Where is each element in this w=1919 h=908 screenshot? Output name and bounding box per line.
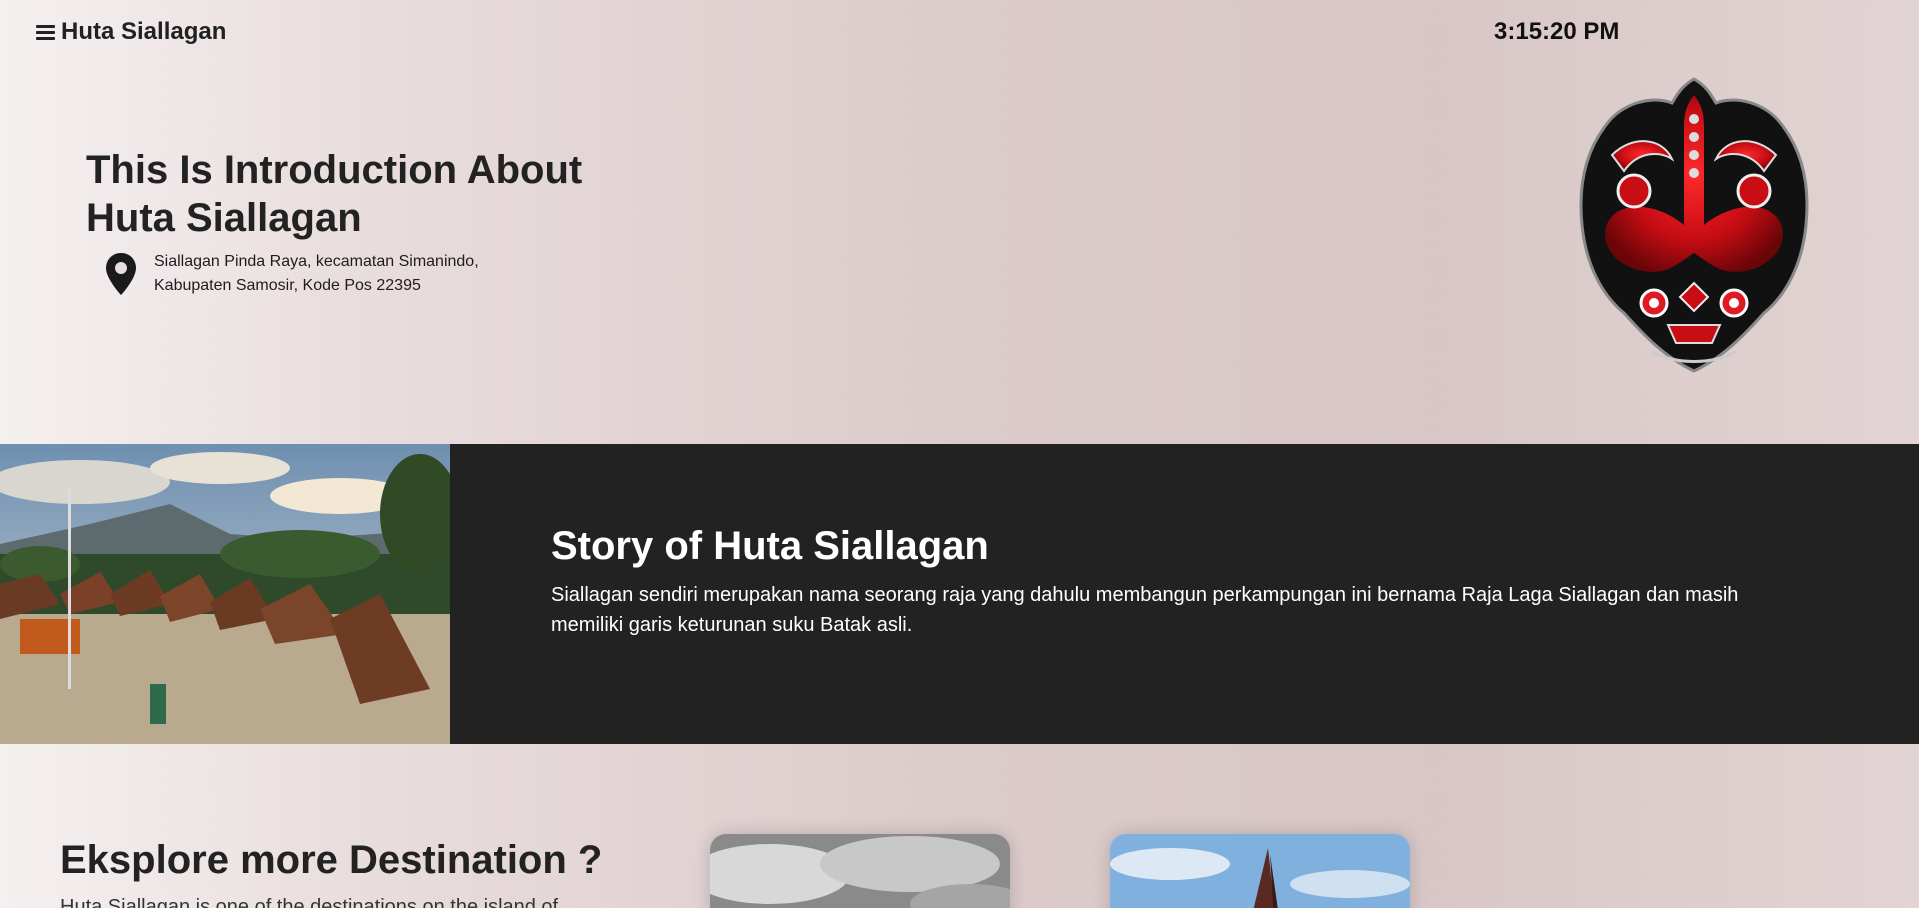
destination-card-2-image	[1110, 834, 1410, 908]
destination-card-2[interactable]	[1110, 834, 1410, 908]
hero-title: This Is Introduction About Huta Siallaga…	[86, 148, 583, 240]
village-photo	[0, 444, 450, 744]
story-section: Story of Huta Siallagan Siallagan sendir…	[0, 444, 1919, 744]
explore-title: Eksplore more Destination ?	[60, 838, 603, 882]
address-line-2: Kabupaten Samosir, Kode Pos 22395	[154, 277, 421, 294]
map-pin-icon	[106, 253, 136, 295]
address-line-1: Siallagan Pinda Raya, kecamatan Simanind…	[154, 253, 479, 270]
address-block: Siallagan Pinda Raya, kecamatan Simanind…	[104, 250, 479, 298]
destination-card-1-image	[710, 834, 1010, 908]
explore-text: Huta Siallagan is one of the destination…	[60, 896, 559, 908]
brand-title: Huta Siallagan	[61, 18, 227, 45]
story-title: Story of Huta Siallagan	[551, 524, 989, 568]
address-text: Siallagan Pinda Raya, kecamatan Simanind…	[154, 250, 479, 298]
hamburger-menu-icon[interactable]	[36, 24, 55, 40]
brand-link[interactable]: Huta Siallagan	[36, 18, 226, 46]
destination-card-1[interactable]	[710, 834, 1010, 908]
story-text: Siallagan sendiri merupakan nama seorang…	[551, 584, 1739, 636]
batak-mask-image	[1579, 77, 1809, 373]
clock-display: 3:15:20 PM	[1494, 18, 1620, 45]
top-bar: Huta Siallagan 3:15:20 PM	[0, 0, 1919, 64]
